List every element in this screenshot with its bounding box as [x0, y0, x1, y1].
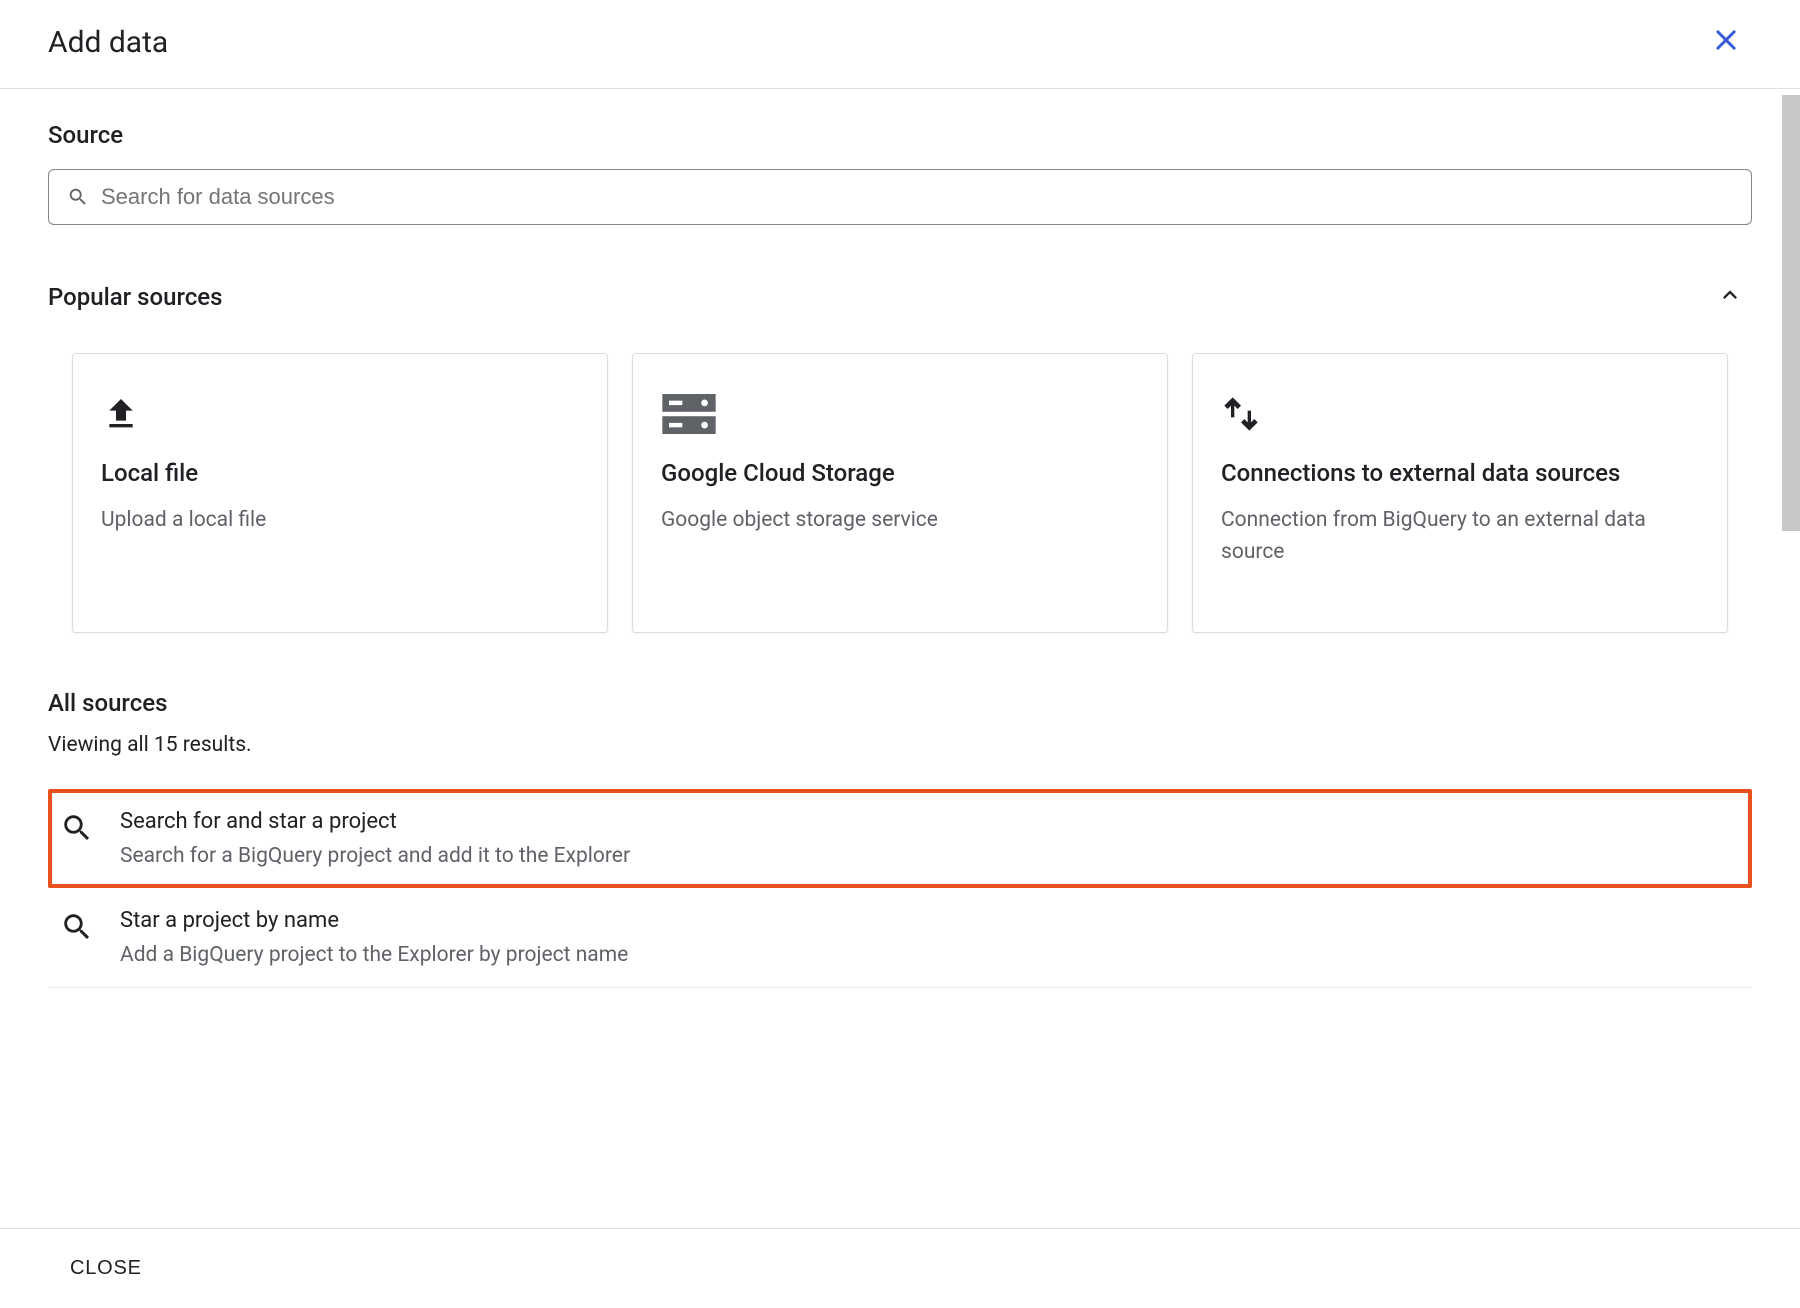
results-count: Viewing all 15 results.: [48, 733, 1752, 757]
dialog-header: Add data: [0, 0, 1800, 89]
exchange-icon: [1221, 386, 1699, 434]
storage-icon: [661, 386, 1139, 434]
scrollbar[interactable]: [1782, 95, 1800, 531]
dialog-content: Source Popular sources Local file Upload…: [0, 89, 1800, 1227]
source-label: Source: [48, 121, 1752, 149]
search-icon: [67, 186, 89, 208]
popular-sources-label: Popular sources: [48, 283, 222, 311]
close-button[interactable]: CLOSE: [70, 1257, 142, 1280]
list-item-star-by-name[interactable]: Star a project by name Add a BigQuery pr…: [48, 888, 1752, 988]
card-local-file[interactable]: Local file Upload a local file: [72, 353, 608, 633]
card-desc: Upload a local file: [101, 505, 579, 537]
card-desc: Google object storage service: [661, 505, 1139, 537]
list-item-title: Star a project by name: [120, 908, 1740, 933]
list-item-desc: Add a BigQuery project to the Explorer b…: [120, 943, 1740, 967]
card-title: Local file: [101, 458, 579, 489]
upload-icon: [101, 386, 579, 434]
close-icon[interactable]: [1700, 20, 1752, 64]
chevron-up-icon[interactable]: [1708, 273, 1752, 321]
search-input[interactable]: [101, 184, 1733, 210]
search-icon: [60, 811, 96, 847]
popular-sources-header: Popular sources: [48, 273, 1752, 321]
popular-cards: Local file Upload a local file Google Cl…: [48, 353, 1752, 633]
dialog-footer: CLOSE: [0, 1228, 1800, 1308]
search-input-container[interactable]: [48, 169, 1752, 225]
card-gcs[interactable]: Google Cloud Storage Google object stora…: [632, 353, 1168, 633]
search-icon: [60, 910, 96, 946]
all-sources-label: All sources: [48, 689, 1752, 717]
list-item-desc: Search for a BigQuery project and add it…: [120, 844, 1740, 868]
card-title: Google Cloud Storage: [661, 458, 1139, 489]
list-item-text: Search for and star a project Search for…: [120, 809, 1740, 868]
list-item-text: Star a project by name Add a BigQuery pr…: [120, 908, 1740, 967]
list-item-title: Search for and star a project: [120, 809, 1740, 834]
card-external[interactable]: Connections to external data sources Con…: [1192, 353, 1728, 633]
dialog-title: Add data: [48, 25, 168, 60]
card-title: Connections to external data sources: [1221, 458, 1699, 489]
list-item-search-star-project[interactable]: Search for and star a project Search for…: [48, 789, 1752, 888]
card-desc: Connection from BigQuery to an external …: [1221, 505, 1699, 568]
